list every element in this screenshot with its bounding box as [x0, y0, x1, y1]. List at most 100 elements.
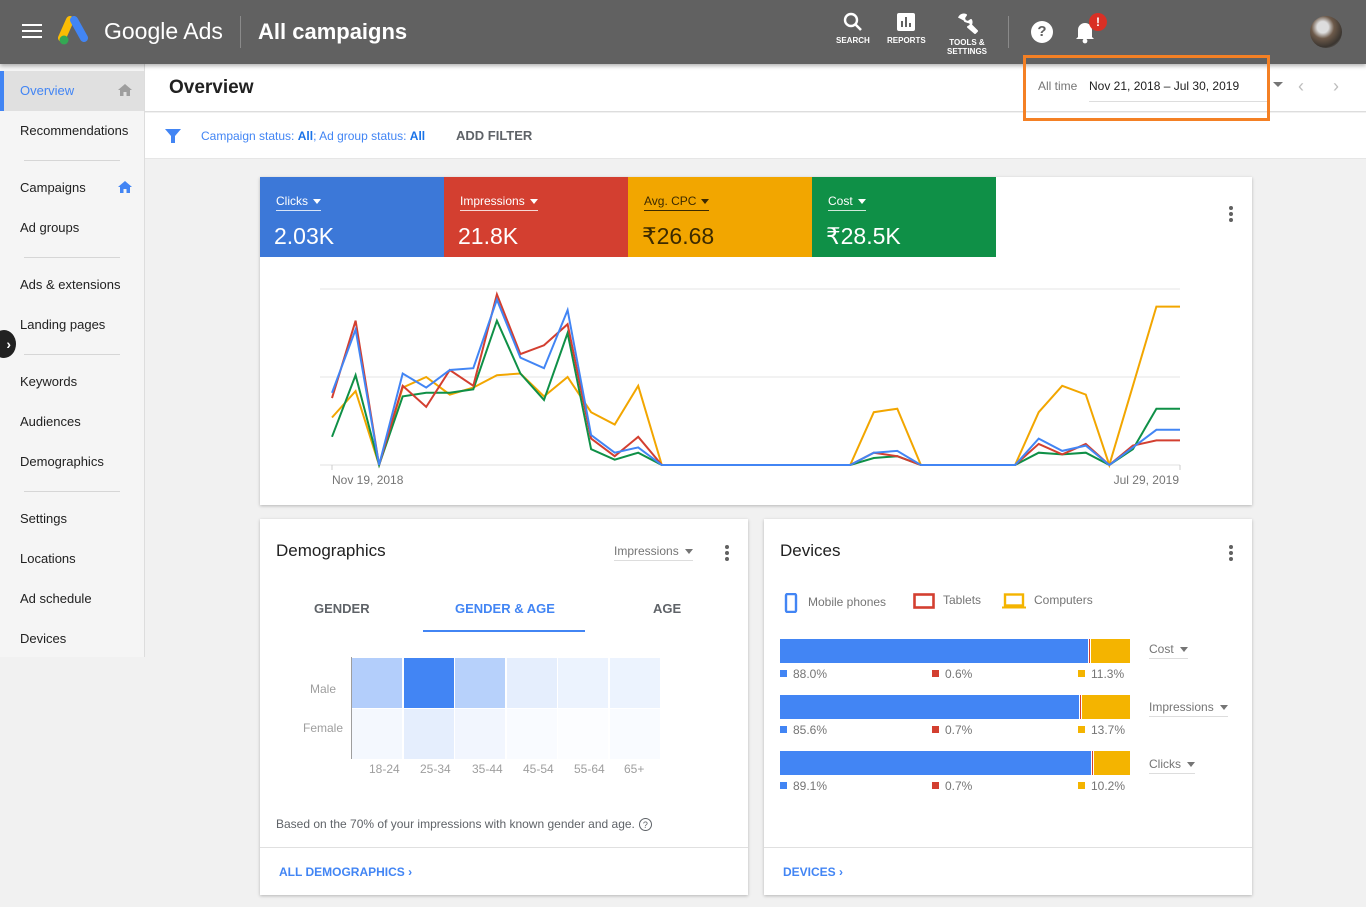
device-share-bar-cost[interactable]: [780, 639, 1130, 663]
col-label: 65+: [624, 762, 645, 776]
date-range-picker[interactable]: Nov 21, 2018 – Jul 30, 2019: [1089, 79, 1269, 102]
sidebar-item-overview[interactable]: Overview: [0, 71, 144, 111]
legend-mobile: Mobile phones: [784, 592, 886, 614]
sidebar-item-ad-schedule[interactable]: Ad schedule: [0, 579, 144, 619]
footnote: Based on the 70% of your impressions wit…: [276, 817, 652, 832]
share-value: 89.1%: [793, 779, 828, 793]
sidebar-item-label: Landing pages: [20, 317, 106, 332]
laptop-icon: [1002, 593, 1026, 609]
heatmap-cell-female-65+[interactable]: [609, 709, 660, 759]
more-options-icon[interactable]: [724, 545, 730, 563]
divider: [1008, 16, 1009, 48]
metric-dropdown-cost[interactable]: Cost: [1149, 642, 1188, 659]
heatmap-cell-male-65+[interactable]: [609, 658, 660, 708]
heatmap-cell-male-35-44[interactable]: [455, 658, 505, 708]
page-title: Overview: [169, 77, 254, 98]
metric-dropdown[interactable]: Impressions: [614, 544, 693, 561]
tools-settings-button[interactable]: TOOLS & SETTINGS: [947, 12, 987, 56]
chevron-right-icon: ›: [408, 865, 413, 879]
tab-age[interactable]: AGE: [653, 601, 681, 616]
legend-swatch: [780, 726, 787, 733]
filter-label: ; Ad group status:: [313, 129, 410, 143]
active-filters[interactable]: Campaign status: All; Ad group status: A…: [201, 129, 425, 143]
search-button[interactable]: SEARCH: [836, 12, 870, 45]
menu-icon[interactable]: [22, 24, 42, 40]
heatmap-cell-female-55-64[interactable]: [558, 709, 608, 759]
share-label-computer: 13.7%: [1078, 723, 1125, 737]
legend-swatch: [932, 726, 939, 733]
devices-link[interactable]: DEVICES ›: [783, 865, 843, 879]
tab-gender-age[interactable]: GENDER & AGE: [455, 601, 555, 616]
performance-card: Clicks 2.03K Impressions 21.8K Avg. CPC …: [260, 177, 1252, 505]
performance-line-chart: Nov 19, 2018 Jul 29, 2019: [320, 288, 1181, 487]
sidebar-item-ad-groups[interactable]: Ad groups: [0, 208, 144, 248]
sidebar-item-campaigns[interactable]: Campaigns: [0, 168, 144, 208]
metric-dropdown-impressions[interactable]: Impressions: [1149, 700, 1228, 717]
more-options-icon[interactable]: [1228, 545, 1234, 563]
col-label: 18-24: [369, 762, 400, 776]
add-filter-button[interactable]: ADD FILTER: [456, 128, 532, 143]
heatmap-cell-male-18-24[interactable]: [352, 658, 402, 708]
chevron-down-icon[interactable]: [1273, 82, 1283, 87]
heatmap-cell-female-45-54[interactable]: [506, 709, 557, 759]
device-share-bar-impressions[interactable]: [780, 695, 1130, 719]
reports-button[interactable]: REPORTS: [887, 12, 926, 45]
sidebar-item-keywords[interactable]: Keywords: [0, 362, 144, 402]
bar-segment-mobile: [780, 751, 1092, 775]
sidebar-item-label: Locations: [20, 551, 76, 566]
sidebar-item-demographics[interactable]: Demographics: [0, 442, 144, 482]
previous-period-button[interactable]: ‹: [1298, 76, 1304, 97]
series-line-impressions: [331, 291, 1180, 467]
legend-label: Tablets: [943, 593, 982, 608]
legend-swatch: [780, 670, 787, 677]
date-preset-label: All time: [1038, 79, 1078, 93]
sidebar-item-label: Overview: [20, 83, 75, 98]
series-line-clicks: [331, 296, 1180, 467]
help-icon[interactable]: ?: [1031, 21, 1053, 43]
avatar[interactable]: [1310, 16, 1342, 48]
reports-label: REPORTS: [887, 36, 926, 45]
divider: [24, 257, 120, 258]
x-tick-label-end: Jul 29, 2019: [1114, 473, 1180, 487]
heatmap-cell-female-18-24[interactable]: [352, 709, 402, 759]
bar-segment-mobile: [780, 639, 1088, 663]
sidebar-item-locations[interactable]: Locations: [0, 539, 144, 579]
heatmap-cell-female-35-44[interactable]: [455, 709, 505, 759]
metric-dropdown-clicks[interactable]: Clicks: [1149, 757, 1195, 774]
reports-icon: [897, 13, 916, 31]
share-label-computer: 11.3%: [1078, 667, 1124, 681]
share-label-mobile: 88.0%: [780, 667, 827, 681]
sidebar-item-ads-extensions[interactable]: Ads & extensions: [0, 265, 144, 305]
legend-tablets: Tablets: [913, 593, 981, 609]
footnote-text: Based on the 70% of your impressions wit…: [276, 817, 635, 831]
heatmap-cell-male-25-34[interactable]: [403, 658, 454, 708]
sidebar-item-devices[interactable]: Devices: [0, 619, 144, 659]
divider: [260, 847, 748, 848]
heatmap-cell-male-55-64[interactable]: [558, 658, 608, 708]
series-line-avg-cpc: [331, 305, 1180, 469]
device-share-bar-clicks[interactable]: [780, 751, 1130, 775]
legend-swatch: [932, 782, 939, 789]
sidebar-item-settings[interactable]: Settings: [0, 499, 144, 539]
search-label: SEARCH: [836, 36, 870, 45]
sidebar-item-recommendations[interactable]: Recommendations: [0, 111, 144, 151]
divider: [24, 160, 120, 161]
link-label: DEVICES: [783, 865, 836, 879]
heatmap-cell-female-25-34[interactable]: [403, 709, 454, 759]
filter-label: Campaign status:: [201, 129, 298, 143]
next-period-button[interactable]: ›: [1333, 76, 1339, 97]
sidebar-item-landing-pages[interactable]: Landing pages: [0, 305, 144, 345]
tab-gender[interactable]: GENDER: [314, 601, 370, 616]
sidebar-item-audiences[interactable]: Audiences: [0, 402, 144, 442]
sidebar-nav: Overview Recommendations Campaigns Ad gr…: [0, 64, 145, 657]
share-value: 0.7%: [945, 723, 973, 737]
heatmap-cell-male-45-54[interactable]: [506, 658, 557, 708]
search-icon: [843, 12, 862, 31]
legend-label: Computers: [1034, 593, 1093, 608]
filter-value: All: [297, 129, 314, 143]
all-demographics-link[interactable]: ALL DEMOGRAPHICS ›: [279, 865, 412, 879]
divider: [764, 847, 1252, 848]
chevron-right-icon: ›: [839, 865, 844, 879]
help-icon[interactable]: ?: [638, 818, 652, 832]
filter-icon[interactable]: [165, 128, 181, 144]
